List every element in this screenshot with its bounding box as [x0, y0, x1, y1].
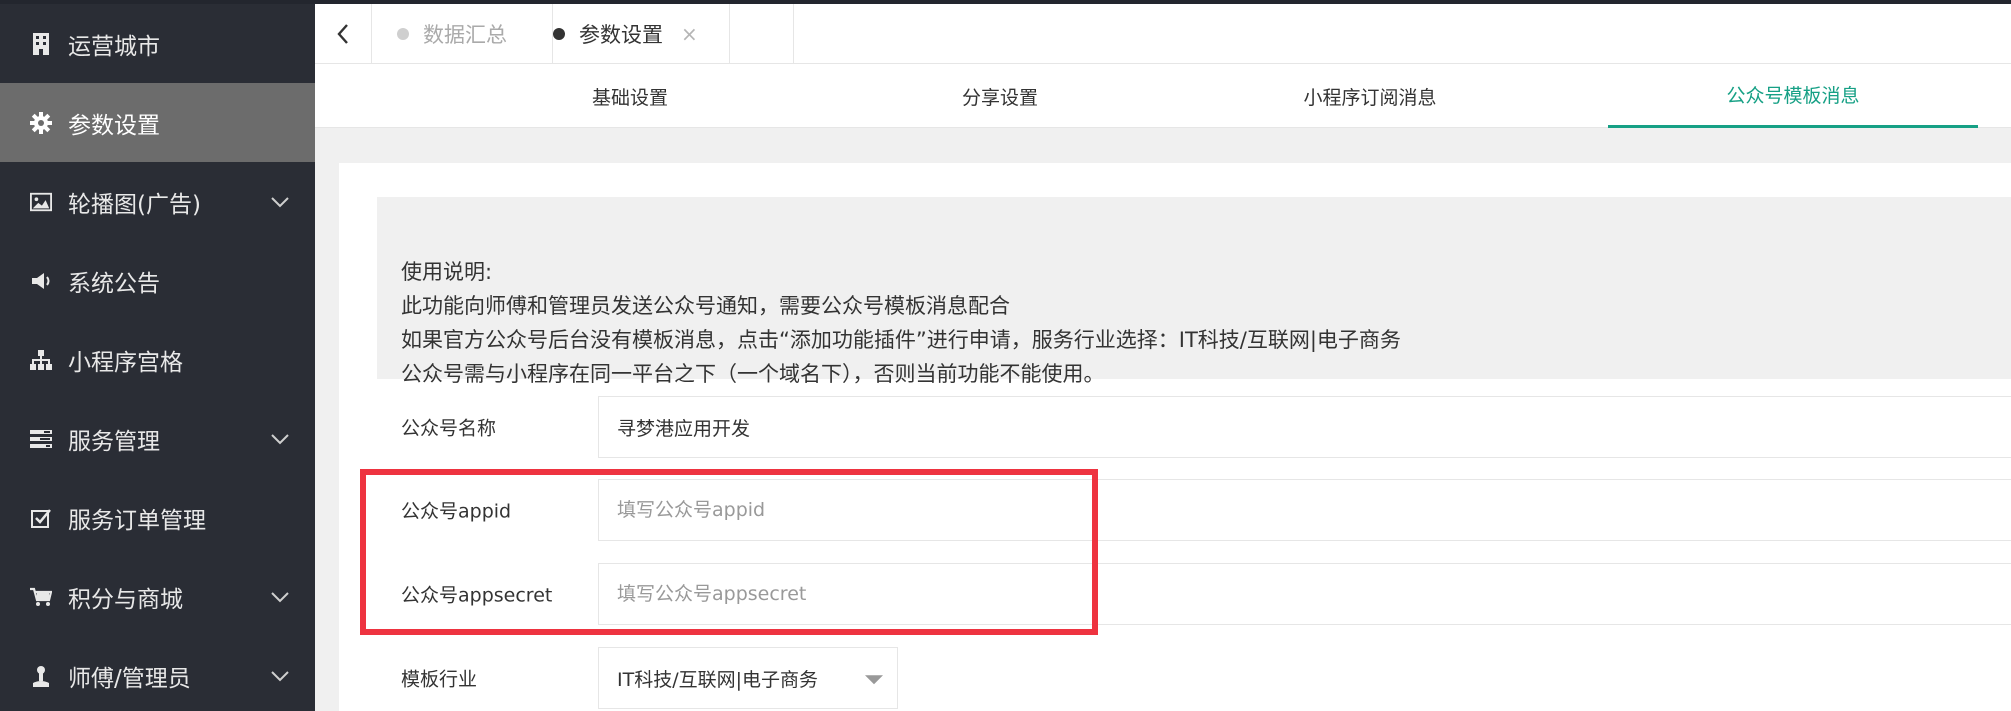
tab-status-dot [553, 28, 565, 40]
sidebar-item-points-mall[interactable]: 积分与商城 [0, 557, 315, 636]
chevron-down-icon[interactable] [270, 195, 290, 209]
building-icon [30, 32, 52, 55]
form-row-industry: 模板行业 IT科技/互联网|电子商务 [339, 647, 2011, 709]
sidebar-item-operating-city[interactable]: 运营城市 [0, 4, 315, 83]
notice-line: 公众号需与小程序在同一平台之下（一个域名下），否则当前功能不能使用。 [401, 362, 1105, 386]
sitemap-icon [30, 349, 52, 371]
appid-label: 公众号appid [401, 500, 512, 523]
megaphone-icon [30, 270, 52, 292]
sidebar-item-service-orders[interactable]: 服务订单管理 [0, 478, 315, 557]
sidebar-item-service-management[interactable]: 服务管理 [0, 399, 315, 478]
industry-select[interactable]: IT科技/互联网|电子商务 [598, 647, 898, 709]
sidebar-item-label: 参数设置 [68, 112, 160, 139]
check-square-icon [30, 507, 52, 529]
tasks-icon [30, 428, 52, 450]
sidebar: 运营城市 参数设置 轮播图(广告) 系统公告 小程序宫格 服务管理 服务订单管理… [0, 4, 315, 711]
appsecret-label: 公众号appsecret [401, 584, 553, 607]
user-icon [30, 665, 52, 687]
form-row-account-name: 公众号名称 [339, 396, 2011, 458]
form-row-appid: 公众号appid [339, 479, 2011, 541]
sidebar-item-grid[interactable]: 小程序宫格 [0, 320, 315, 399]
gear-icon [30, 111, 52, 134]
chevron-left-icon [337, 24, 348, 44]
appsecret-input[interactable] [598, 563, 2011, 625]
tab-data-summary[interactable]: 数据汇总 [373, 4, 553, 64]
notice-line: 此功能向师傅和管理员发送公众号通知，需要公众号模板消息配合 [401, 294, 1010, 318]
sub-tab-bar: 基础设置 分享设置 小程序订阅消息 公众号模板消息 [315, 64, 2011, 128]
sidebar-item-label: 师傅/管理员 [68, 665, 191, 692]
appid-input[interactable] [598, 479, 2011, 541]
subtab-basic-settings[interactable]: 基础设置 [445, 64, 815, 128]
content-panel: 使用说明: 此功能向师傅和管理员发送公众号通知，需要公众号模板消息配合 如果官方… [339, 163, 2011, 711]
tab-label: 数据汇总 [423, 23, 507, 47]
sidebar-item-label: 小程序宫格 [68, 349, 183, 376]
sidebar-item-label: 运营城市 [68, 33, 160, 60]
chevron-down-icon[interactable] [270, 590, 290, 604]
sidebar-item-carousel[interactable]: 轮播图(广告) [0, 162, 315, 241]
cart-icon [30, 586, 52, 608]
industry-select-value: IT科技/互联网|电子商务 [617, 668, 819, 691]
usage-notice: 使用说明: 此功能向师傅和管理员发送公众号通知，需要公众号模板消息配合 如果官方… [377, 197, 2011, 386]
account-name-label: 公众号名称 [401, 417, 497, 440]
sidebar-item-label: 系统公告 [68, 270, 160, 297]
notice-line: 如果官方公众号后台没有模板消息，点击“添加功能插件”进行申请，服务行业选择：IT… [401, 328, 1401, 352]
sidebar-item-label: 积分与商城 [68, 586, 183, 613]
notice-title: 使用说明: [401, 260, 493, 284]
subtab-share-settings[interactable]: 分享设置 [815, 64, 1185, 128]
tab-back-button[interactable] [315, 4, 372, 64]
close-icon[interactable]: × [681, 22, 698, 46]
sidebar-item-announcement[interactable]: 系统公告 [0, 241, 315, 320]
tab-status-dot [397, 28, 409, 40]
account-name-input[interactable] [598, 396, 2011, 458]
chevron-down-icon[interactable] [270, 669, 290, 683]
subtab-miniprogram-subscription[interactable]: 小程序订阅消息 [1185, 64, 1555, 128]
tab-parameter-settings-active[interactable]: 参数设置 × [553, 4, 730, 64]
sidebar-item-masters-admins[interactable]: 师傅/管理员 [0, 636, 315, 711]
sidebar-item-label: 轮播图(广告) [68, 191, 201, 218]
subtab-official-account-template[interactable]: 公众号模板消息 [1608, 64, 1978, 128]
sidebar-item-parameter-settings[interactable]: 参数设置 [0, 83, 315, 162]
sidebar-item-label: 服务管理 [68, 428, 160, 455]
sidebar-item-label: 服务订单管理 [68, 507, 206, 534]
tab-label: 参数设置 [579, 23, 663, 47]
image-icon [30, 191, 52, 213]
industry-label: 模板行业 [401, 668, 478, 691]
dropdown-arrow-icon [865, 675, 883, 685]
chevron-down-icon[interactable] [270, 432, 290, 446]
form-row-appsecret: 公众号appsecret [339, 563, 2011, 625]
